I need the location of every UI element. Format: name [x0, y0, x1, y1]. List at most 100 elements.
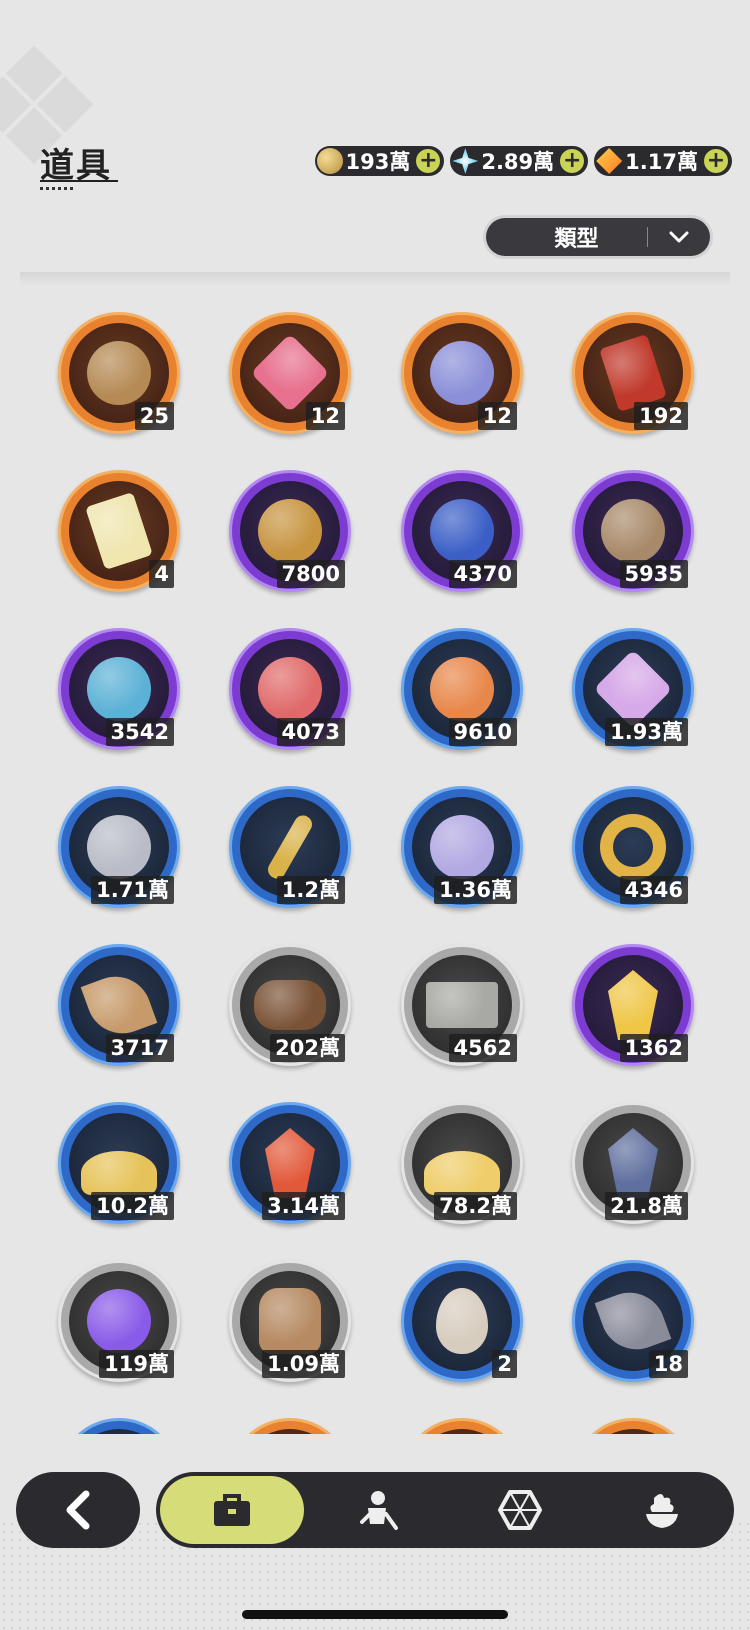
blue-rune-coin-icon	[87, 657, 151, 721]
feather-bundle-item[interactable]: 18	[572, 1260, 694, 1382]
egg-icon	[436, 1288, 488, 1354]
item-count: 12	[477, 402, 517, 430]
item-count: 1362	[619, 1034, 688, 1062]
pink-gem-item[interactable]: 12	[229, 312, 351, 434]
outfit-token-item[interactable]: 12	[401, 312, 523, 434]
tab-food[interactable]	[590, 1476, 734, 1544]
add-orange-crystal-icon[interactable]: +	[704, 149, 728, 173]
silver-coin-icon	[87, 815, 151, 879]
filter-separator	[647, 227, 648, 247]
item-count: 4370	[448, 560, 517, 588]
partial-item-4[interactable]	[572, 1418, 694, 1434]
currency-star-crystal-value: 2.89萬	[481, 150, 555, 174]
item-count: 192	[634, 402, 688, 430]
gold-coin-icon	[316, 148, 343, 174]
purple-orb-icon	[87, 1289, 151, 1353]
orange-crystal-icon	[596, 148, 623, 174]
heart-coin-item[interactable]: 4073	[229, 628, 351, 750]
silver-coin-item[interactable]: 1.71萬	[58, 786, 180, 908]
rainbow-ticket-item[interactable]: 4	[58, 470, 180, 592]
sand-pile-item[interactable]: 78.2萬	[401, 1102, 523, 1224]
item-count: 78.2萬	[434, 1192, 517, 1220]
add-gold-icon[interactable]: +	[416, 149, 441, 173]
blue-rune-coin-item[interactable]: 3542	[58, 628, 180, 750]
header-divider	[20, 272, 730, 286]
item-background	[412, 1429, 512, 1434]
star-moon-coin-icon	[430, 499, 494, 563]
tab-gems[interactable]	[448, 1476, 592, 1544]
sun-star-coin-item[interactable]: 9610	[401, 628, 523, 750]
item-count: 9610	[448, 718, 517, 746]
currency-gold[interactable]: 193萬 +	[314, 146, 445, 176]
item-count: 1.93萬	[605, 718, 688, 746]
fist-coin-item[interactable]: 5935	[572, 470, 694, 592]
partial-item-1[interactable]	[58, 1418, 180, 1434]
wood-logs-icon	[254, 980, 326, 1030]
star-moon-coin-item[interactable]: 4370	[401, 470, 523, 592]
gold-crystal-item[interactable]: 1362	[572, 944, 694, 1066]
golden-gear-icon	[600, 814, 666, 880]
scale-shell-item[interactable]: 1.36萬	[401, 786, 523, 908]
leaf-item[interactable]: 3717	[58, 944, 180, 1066]
item-count: 1.09萬	[262, 1350, 345, 1378]
sand-pile-icon	[424, 1151, 500, 1195]
item-count: 4073	[276, 718, 345, 746]
scale-shell-icon	[430, 815, 494, 879]
dark-crystal-item[interactable]: 21.8萬	[572, 1102, 694, 1224]
red-crystal-item[interactable]: 3.14萬	[229, 1102, 351, 1224]
character-sword-icon	[360, 1491, 398, 1530]
item-count: 4346	[619, 876, 688, 904]
item-count: 10.2萬	[91, 1192, 174, 1220]
stone-blocks-item[interactable]: 4562	[401, 944, 523, 1066]
heart-coin-icon	[258, 657, 322, 721]
purple-orb-item[interactable]: 119萬	[58, 1260, 180, 1382]
item-count: 1.71萬	[91, 876, 174, 904]
trophy-medal-icon	[258, 499, 322, 563]
item-grid: 25 12 12 192 4 7800 4370 5935 3542 4073 9610 1.93萬 1…	[0, 312, 750, 1434]
item-count: 3.14萬	[262, 1192, 345, 1220]
golden-blade-item[interactable]: 1.2萬	[229, 786, 351, 908]
partial-item-3[interactable]	[401, 1418, 523, 1434]
item-count: 7800	[276, 560, 345, 588]
tab-characters[interactable]	[306, 1476, 450, 1544]
type-filter-dropdown[interactable]: 類型	[486, 218, 710, 256]
title-underline	[40, 180, 118, 182]
briefcase-icon	[214, 1494, 250, 1526]
wood-logs-item[interactable]: 202萬	[229, 944, 351, 1066]
egg-item[interactable]: 2	[401, 1260, 523, 1382]
fist-coin-icon	[601, 499, 665, 563]
item-count: 4	[149, 560, 174, 588]
title-dots	[40, 187, 74, 190]
stone-blocks-icon	[426, 982, 498, 1028]
rainbow-ticket-icon	[85, 491, 153, 571]
trophy-medal-item[interactable]: 7800	[229, 470, 351, 592]
golden-emblem-item[interactable]: 25	[58, 312, 180, 434]
chevron-down-icon	[669, 231, 689, 243]
partial-item-2[interactable]	[229, 1418, 351, 1434]
gold-dust-pile-icon	[81, 1151, 157, 1195]
wheel-ticket-icon	[599, 333, 667, 413]
add-star-crystal-icon[interactable]: +	[560, 149, 585, 173]
currency-gold-value: 193萬	[345, 150, 411, 174]
rarity-frame	[58, 1418, 180, 1434]
item-count: 18	[648, 1350, 688, 1378]
rarity-frame	[401, 1418, 523, 1434]
item-count: 202萬	[270, 1034, 345, 1062]
golden-gear-item[interactable]: 4346	[572, 786, 694, 908]
pink-gem-icon	[250, 333, 330, 413]
rarity-frame	[229, 1418, 351, 1434]
gold-crystal-icon	[608, 970, 658, 1040]
item-count: 5935	[619, 560, 688, 588]
currency-orange-crystal[interactable]: 1.17萬 +	[594, 146, 732, 176]
bunny-badge-item[interactable]: 1.93萬	[572, 628, 694, 750]
hexagon-gem-icon	[498, 1490, 542, 1530]
item-background	[240, 1429, 340, 1434]
food-bag-item[interactable]: 1.09萬	[229, 1260, 351, 1382]
currency-star-crystal[interactable]: 2.89萬 +	[450, 146, 589, 176]
leaf-icon	[80, 966, 158, 1044]
item-count: 25	[134, 402, 174, 430]
wheel-ticket-item[interactable]: 192	[572, 312, 694, 434]
tab-items[interactable]	[160, 1476, 304, 1544]
back-button[interactable]	[16, 1472, 140, 1548]
gold-dust-pile-item[interactable]: 10.2萬	[58, 1102, 180, 1224]
